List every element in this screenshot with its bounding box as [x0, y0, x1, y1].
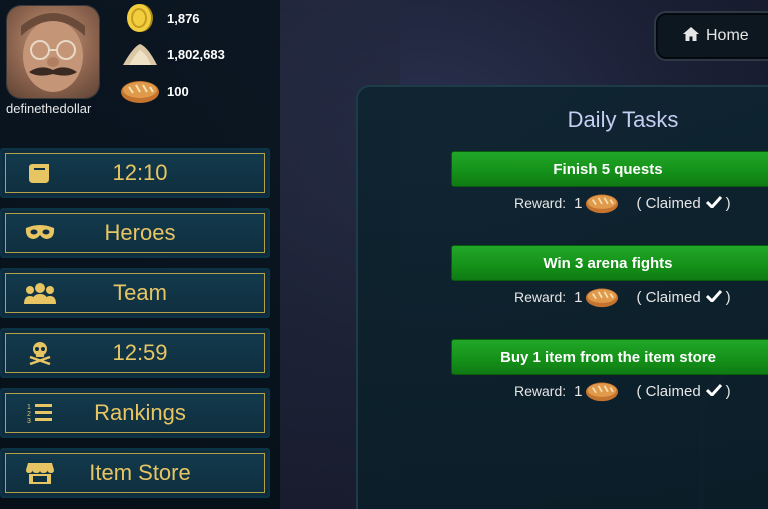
claimed-close-2: ): [725, 288, 731, 306]
reward-row-1: Reward: 1 ( Claimed ): [514, 190, 731, 216]
bread-icon: [584, 192, 620, 214]
claimed-status-1: ( Claimed ): [636, 195, 730, 212]
nav-button-quests[interactable]: 12:10: [0, 148, 270, 198]
reward-qty-3: 1: [574, 382, 583, 400]
dust-pile-icon: [120, 39, 160, 69]
task-name-3: Buy 1 item from the item store: [500, 348, 716, 366]
claimed-text-1: ( Claimed: [636, 194, 701, 212]
gold-value: 1,876: [167, 10, 200, 26]
home-button[interactable]: Home: [654, 11, 768, 61]
claimed-status-3: ( Claimed ): [636, 383, 730, 400]
reward-label-1: Reward:: [514, 195, 567, 211]
reward-label-2: Reward:: [514, 289, 567, 305]
nav-label-arena: 12:59: [112, 340, 168, 365]
nav-label-quests: 12:10: [112, 160, 168, 185]
home-icon: [682, 26, 700, 47]
claimed-text-3: ( Claimed: [636, 382, 701, 400]
daily-tasks-title: Daily Tasks: [567, 107, 679, 132]
nav-button-item-store[interactable]: Item Store: [0, 448, 270, 498]
nav-label-heroes: Heroes: [104, 220, 176, 245]
task-bar-1[interactable]: Finish 5 quests: [451, 151, 768, 187]
bread-resource: 100: [120, 76, 189, 106]
task-name-2: Win 3 arena fights: [543, 254, 673, 272]
gold-resource: 1,876: [120, 3, 200, 33]
nav-button-rankings[interactable]: 1 2 3 Rankings: [0, 388, 270, 438]
bread-icon: [120, 76, 160, 106]
gold-coin-icon: [120, 3, 160, 33]
claimed-text-2: ( Claimed: [636, 288, 701, 306]
task-bar-3[interactable]: Buy 1 item from the item store: [451, 339, 768, 375]
reward-row-3: Reward: 1 ( Claimed ): [514, 378, 731, 404]
nav-label-rankings: Rankings: [94, 400, 186, 425]
dust-value: 1,802,683: [167, 46, 225, 62]
username: definethedollar: [6, 101, 92, 116]
check-icon: [705, 195, 722, 212]
task-name-1: Finish 5 quests: [553, 160, 663, 178]
avatar[interactable]: [7, 6, 99, 98]
nav-button-heroes[interactable]: Heroes: [0, 208, 270, 258]
claimed-status-2: ( Claimed ): [636, 289, 730, 306]
task-bar-2[interactable]: Win 3 arena fights: [451, 245, 768, 281]
claimed-close-3: ): [725, 382, 731, 400]
dust-resource: 1,802,683: [120, 39, 225, 69]
bread-icon: [584, 380, 620, 402]
bread-icon: [584, 286, 620, 308]
reward-row-2: Reward: 1 ( Claimed ): [514, 284, 731, 310]
reward-qty-2: 1: [574, 288, 583, 306]
reward-qty-1: 1: [574, 194, 583, 212]
home-label: Home: [706, 27, 749, 44]
bread-value: 100: [167, 83, 189, 99]
check-icon: [705, 289, 722, 306]
claimed-close-1: ): [725, 194, 731, 212]
reward-label-3: Reward:: [514, 383, 567, 399]
nav-button-arena[interactable]: 12:59: [0, 328, 270, 378]
avatar-portrait-icon: [21, 13, 85, 92]
nav-button-team[interactable]: Team: [0, 268, 270, 318]
nav-label-team: Team: [113, 280, 167, 305]
nav-label-item-store: Item Store: [89, 460, 191, 485]
check-icon: [705, 383, 722, 400]
